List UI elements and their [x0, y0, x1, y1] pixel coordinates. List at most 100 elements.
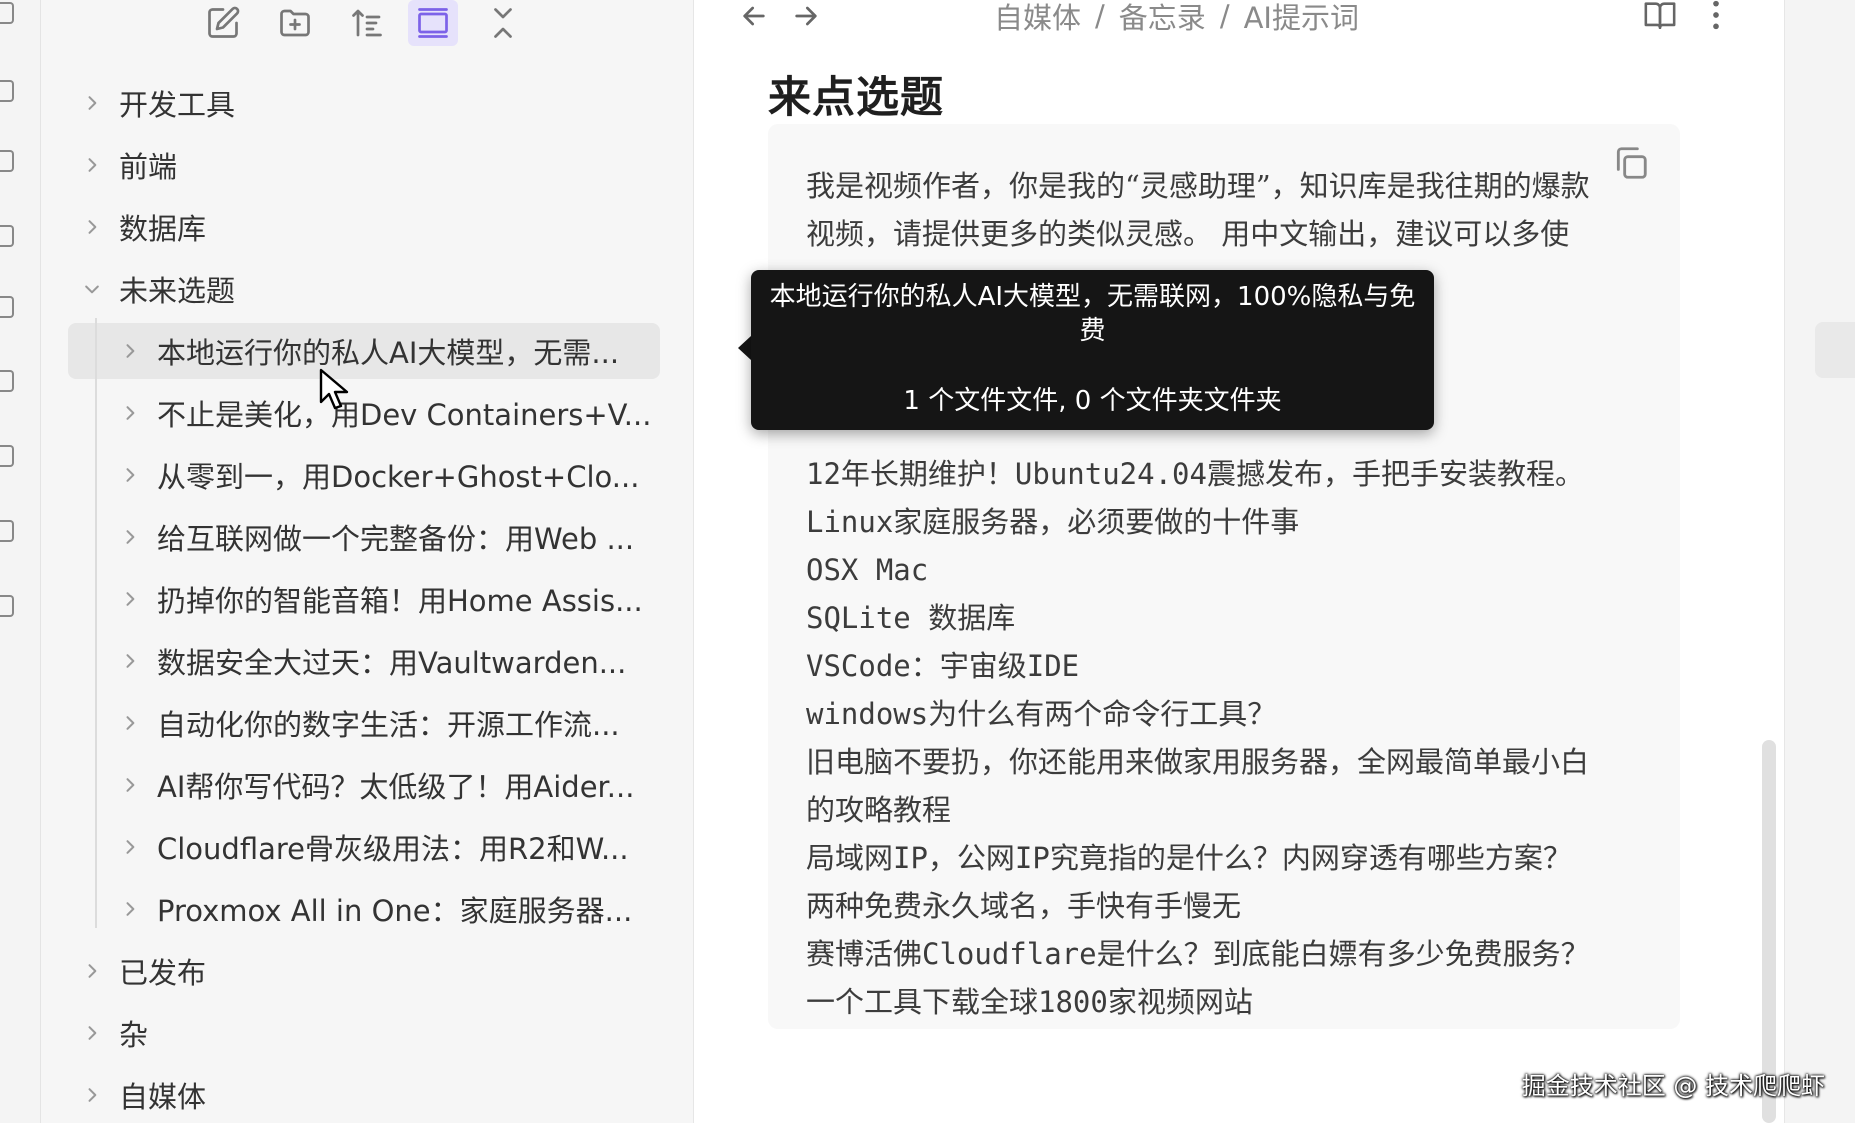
tree-subfolder[interactable]: Proxmox All in One：家庭服务器...	[115, 881, 655, 937]
watermark: 掘金技术社区 @ 技术爬爬虾	[1521, 1072, 1825, 1100]
explorer-toolbar	[41, 0, 693, 55]
copy-icon[interactable]	[1612, 144, 1650, 182]
sort-icon	[352, 9, 382, 37]
tree-subfolder-label: 本地运行你的私人AI大模型，无需...	[157, 336, 620, 370]
tree-subfolder-label: 从零到一，用Docker+Ghost+Clo...	[157, 460, 640, 494]
ribbon-icon[interactable]	[0, 296, 14, 318]
tree-folder-expanded[interactable]: 未来选题	[77, 261, 235, 317]
chevron-right-icon	[115, 522, 145, 552]
tree-subfolder-label: 自动化你的数字生活：开源工作流...	[157, 708, 620, 742]
new-folder-button[interactable]	[270, 0, 320, 46]
ribbon-icon[interactable]	[0, 595, 14, 617]
back-button[interactable]	[734, 0, 774, 32]
chevron-right-icon	[115, 708, 145, 738]
tooltip: 本地运行你的私人AI大模型，无需联网，100%隐私与免费 1 个文件文件, 0 …	[751, 270, 1434, 430]
tree-subfolder[interactable]: AI帮你写代码？太低级了！用Aider...	[115, 757, 655, 813]
left-ribbon	[0, 0, 41, 1123]
tree-folder-label: 开发工具	[119, 88, 236, 122]
tree-folder[interactable]: 开发工具	[77, 75, 235, 131]
sort-button[interactable]	[342, 0, 392, 46]
ribbon-icon[interactable]	[0, 370, 14, 392]
chevron-right-icon	[77, 88, 107, 118]
page-title: 来点选题	[768, 73, 944, 123]
mouse-cursor-icon	[319, 368, 349, 410]
code-line: 视频，请提供更多的类似灵感。 用中文输出，建议可以多使	[806, 217, 1570, 251]
collapse-icon	[494, 8, 512, 38]
ribbon-icon[interactable]	[0, 150, 14, 172]
arrow-left-icon	[743, 6, 765, 26]
tree-subfolder[interactable]: 从零到一，用Docker+Ghost+Clo...	[115, 447, 655, 503]
more-options-icon[interactable]	[1704, 0, 1728, 32]
right-sidebar-collapsed	[1784, 0, 1855, 1123]
code-block: 我是视频作者，你是我的“灵感助理”，知识库是我往期的爆款 视频，请提供更多的类似…	[768, 124, 1680, 1029]
breadcrumb-separator: /	[1095, 0, 1105, 33]
tree-subfolder-label: Proxmox All in One：家庭服务器...	[157, 894, 633, 928]
chevron-right-icon	[115, 398, 145, 428]
tree-subfolder[interactable]: 扔掉你的智能音箱！用Home Assis...	[115, 571, 655, 627]
forward-button[interactable]	[786, 0, 826, 32]
arrow-right-icon	[795, 6, 817, 26]
code-line: 旧电脑不要扔，你还能用来做家用服务器，全网最简单最小白	[806, 745, 1590, 779]
tree-folder[interactable]: 数据库	[77, 199, 206, 255]
code-line: 的攻略教程	[806, 793, 952, 827]
tree-folder[interactable]: 自媒体	[77, 1067, 206, 1123]
tree-folder-label: 数据库	[119, 212, 207, 246]
chevron-right-icon	[77, 150, 107, 180]
tree-subfolder-label: 给互联网做一个完整备份：用Web ...	[157, 522, 635, 556]
chevron-right-icon	[115, 584, 145, 614]
tree-subfolder[interactable]: 给互联网做一个完整备份：用Web ...	[115, 509, 655, 565]
chevron-right-icon	[115, 832, 145, 862]
tree-folder-label: 自媒体	[119, 1080, 207, 1114]
tooltip-title: 本地运行你的私人AI大模型，无需联网，100%隐私与免费	[769, 282, 1416, 346]
code-line: VSCode：宇宙级IDE	[806, 649, 1080, 683]
tree-subfolder-label: 不止是美化，用Dev Containers+V...	[157, 398, 652, 432]
tree-subfolder[interactable]: 本地运行你的私人AI大模型，无需...	[115, 323, 655, 379]
ribbon-icon[interactable]	[0, 225, 14, 247]
code-line: 两种免费永久域名，手快有手慢无	[806, 889, 1242, 923]
chevron-right-icon	[115, 336, 145, 366]
right-sidebar-tab[interactable]	[1815, 322, 1855, 378]
ribbon-icon[interactable]	[0, 80, 14, 102]
tree-subfolder[interactable]: 不止是美化，用Dev Containers+V...	[115, 385, 655, 441]
breadcrumb-item[interactable]: AI提示词	[1244, 0, 1359, 37]
tree-subfolder-label: 数据安全大过天：用Vaultwarden...	[157, 646, 627, 680]
tree-subfolder-label: 扔掉你的智能音箱！用Home Assis...	[157, 584, 643, 618]
tree-subfolder-label: Cloudflare骨灰级用法：用R2和W...	[157, 832, 629, 866]
breadcrumb-item[interactable]: 备忘录	[1119, 0, 1206, 37]
chevron-right-icon	[115, 770, 145, 800]
chevron-right-icon	[77, 956, 107, 986]
breadcrumb-separator: /	[1219, 0, 1230, 33]
file-explorer-sidebar: 开发工具 前端 数据库 未来选题 本地运行你的私人AI大模型，无需... 不止是…	[41, 0, 694, 1123]
collapse-all-button[interactable]	[478, 0, 528, 46]
editor-header: 自媒体 / 备忘录 / AI提示词	[694, 0, 1784, 40]
tree-folder-label: 已发布	[119, 956, 207, 990]
reveal-icon	[418, 8, 448, 38]
breadcrumb-item[interactable]: 自媒体	[994, 0, 1081, 37]
tooltip-arrow	[738, 336, 751, 360]
ribbon-icon[interactable]	[0, 2, 14, 24]
chevron-right-icon	[115, 646, 145, 676]
tree-subfolder[interactable]: 自动化你的数字生活：开源工作流...	[115, 695, 655, 751]
tree-folder[interactable]: 前端	[77, 137, 177, 193]
chevron-right-icon	[77, 212, 107, 242]
tree-folder[interactable]: 杂	[77, 1005, 148, 1061]
chevron-down-icon	[77, 274, 107, 304]
book-open-icon[interactable]	[1640, 0, 1680, 32]
ribbon-icon[interactable]	[0, 520, 14, 542]
code-line: 赛博活佛Cloudflare是什么？到底能白嫖有多少免费服务？	[806, 937, 1590, 971]
chevron-right-icon	[77, 1018, 107, 1048]
tree-subfolder[interactable]: 数据安全大过天：用Vaultwarden...	[115, 633, 655, 689]
tree-folder[interactable]: 已发布	[77, 943, 206, 999]
chevron-right-icon	[115, 460, 145, 490]
code-line: 我是视频作者，你是我的“灵感助理”，知识库是我往期的爆款	[806, 169, 1590, 203]
tree-subfolder[interactable]: Cloudflare骨灰级用法：用R2和W...	[115, 819, 655, 875]
code-line: OSX Mac	[806, 553, 929, 587]
folder-plus-icon	[280, 9, 310, 37]
tooltip-subtitle: 1 个文件文件, 0 个文件夹文件夹	[903, 386, 1282, 416]
new-note-button[interactable]	[198, 0, 248, 46]
ribbon-icon[interactable]	[0, 445, 14, 467]
tree-folder-label: 前端	[119, 150, 178, 184]
code-line: SQLite 数据库	[806, 601, 1016, 635]
code-line: 一个工具下载全球1800家视频网站	[806, 985, 1253, 1019]
auto-reveal-button[interactable]	[408, 0, 458, 46]
